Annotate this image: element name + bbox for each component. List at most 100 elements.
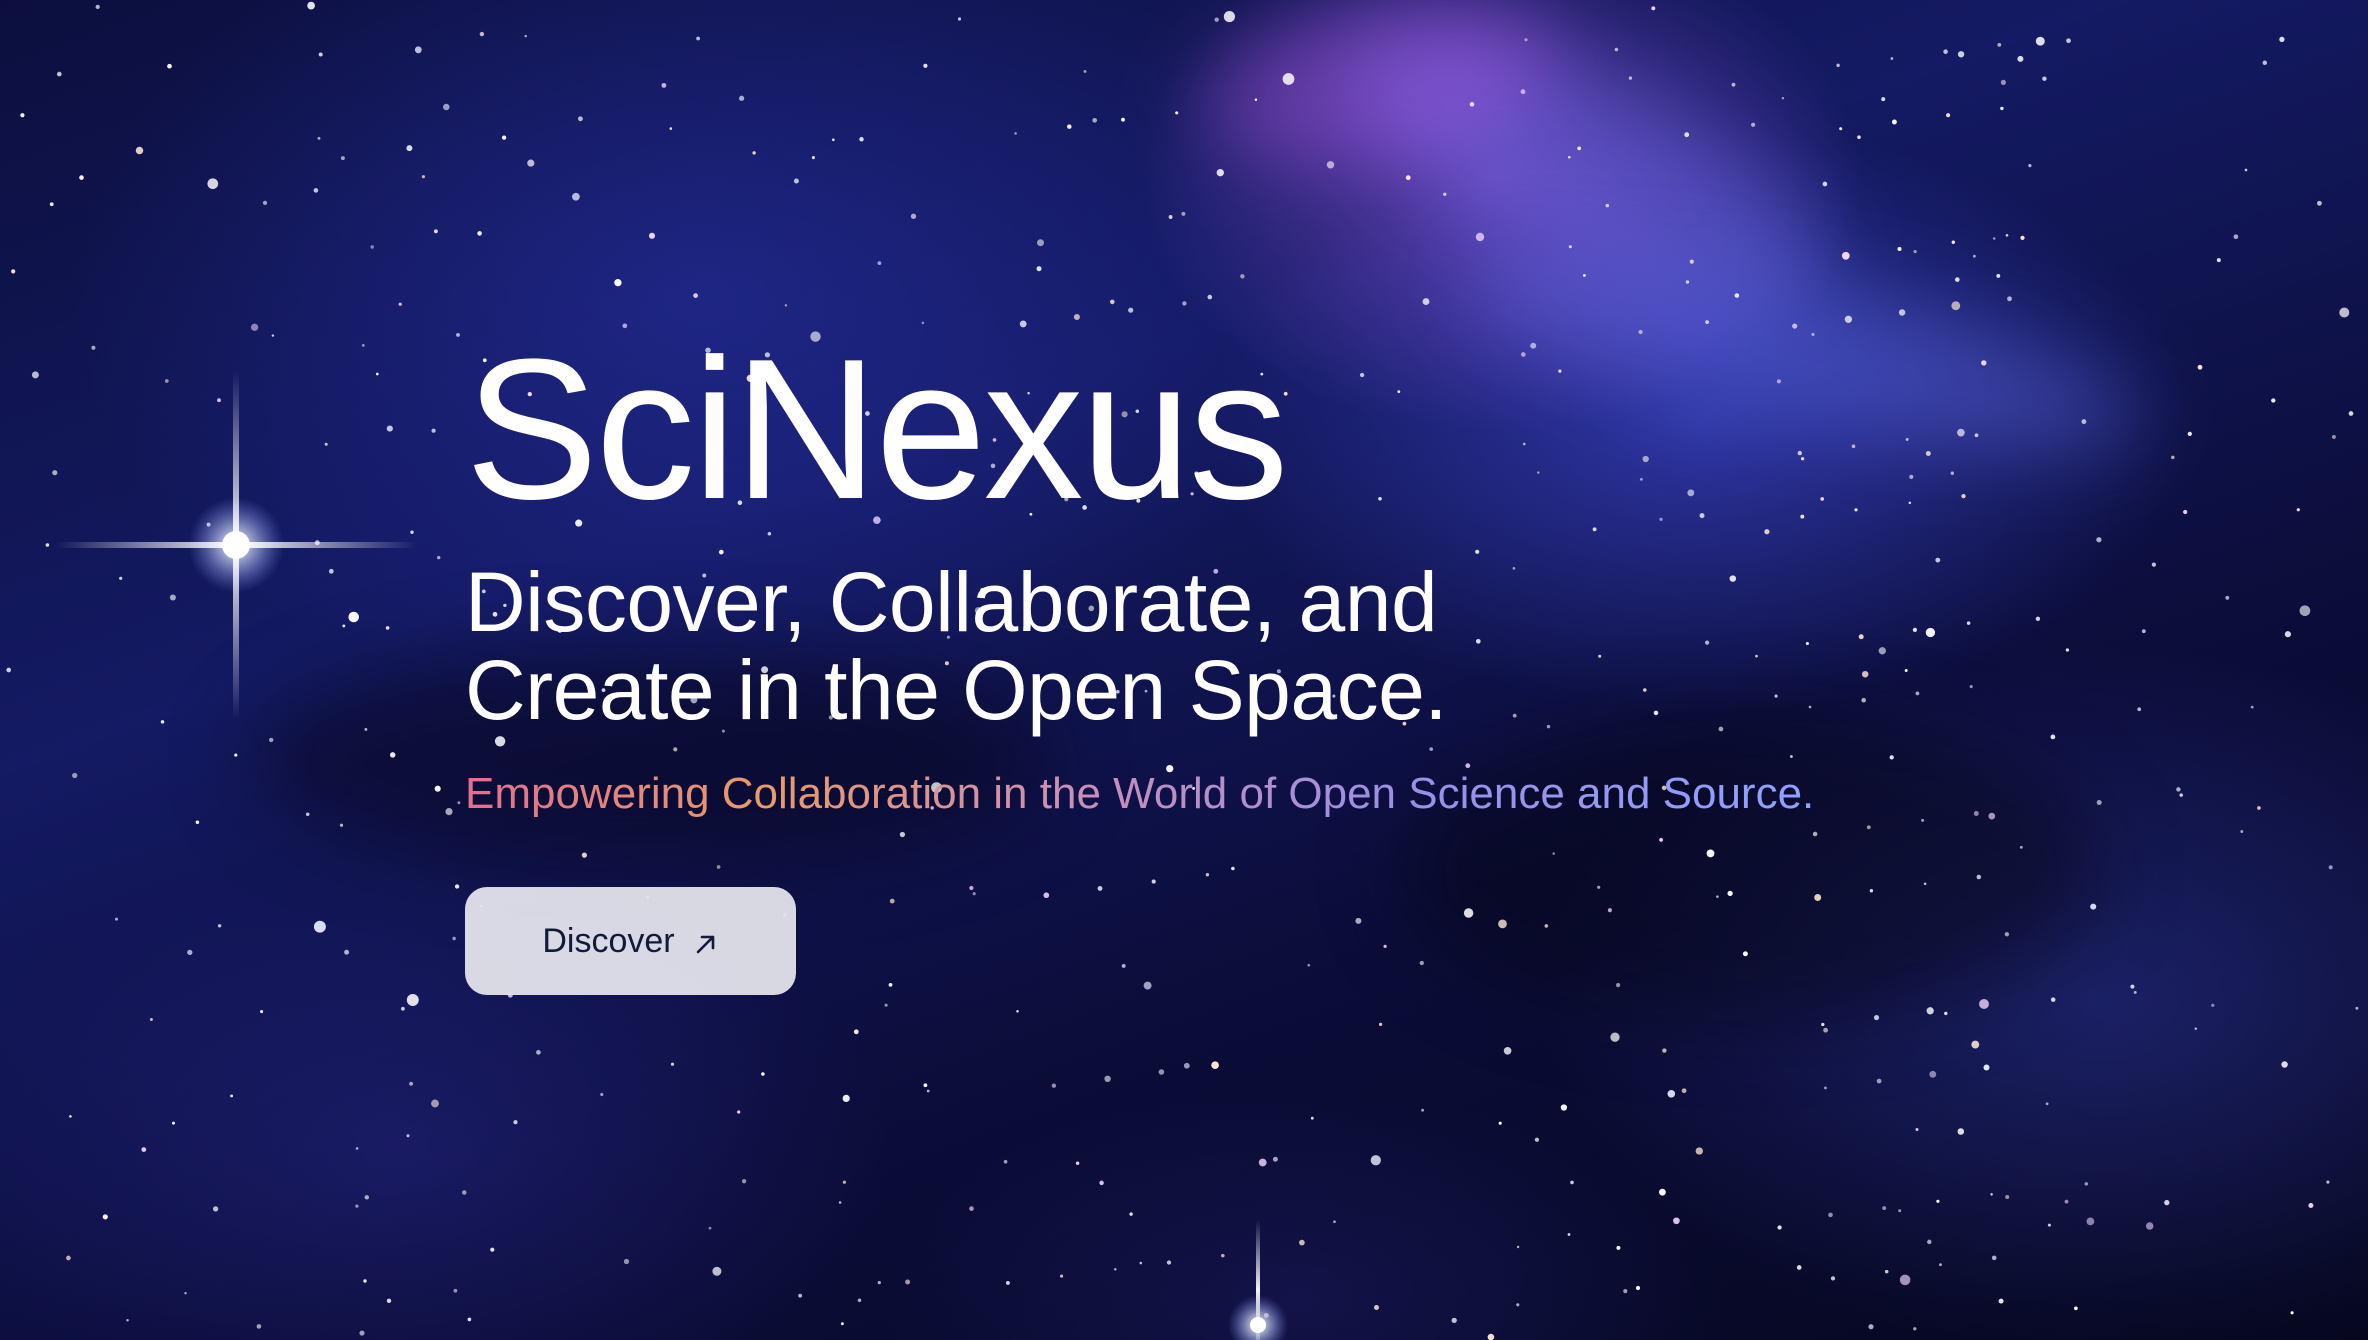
star: [234, 753, 238, 757]
star: [149, 1017, 153, 1022]
star: [2007, 296, 2012, 302]
star: [1114, 1268, 1117, 1271]
star: [2164, 1199, 2170, 1206]
star: [969, 1206, 974, 1211]
star: [2316, 200, 2322, 206]
star: [2086, 1217, 2095, 1226]
star: [1951, 240, 1955, 244]
star: [1097, 885, 1103, 891]
star: [527, 159, 535, 167]
star: [1971, 1040, 1980, 1049]
star: [1913, 1327, 1917, 1331]
star: [340, 156, 345, 161]
star: [119, 576, 123, 580]
hero-headline: Discover, Collaborate, and Create in the…: [465, 558, 2065, 734]
star: [102, 1214, 108, 1220]
star: [1913, 250, 1917, 254]
star: [1927, 1239, 1932, 1245]
star: [1939, 1263, 1942, 1267]
star: [467, 1317, 472, 1322]
star: [2005, 1194, 2010, 1200]
star: [385, 626, 390, 630]
star: [1451, 1317, 1457, 1324]
star: [164, 379, 169, 383]
star: [2355, 1006, 2359, 1010]
star: [406, 994, 419, 1006]
star: [318, 52, 323, 57]
star: [1568, 155, 1571, 159]
star: [1211, 1061, 1219, 1070]
star: [1979, 999, 1989, 1009]
star: [169, 594, 176, 601]
star: [364, 1195, 370, 1200]
star: [1796, 1265, 1802, 1270]
star: [1037, 239, 1044, 247]
star: [2194, 1027, 2198, 1030]
star: [1143, 981, 1152, 990]
star: [1067, 124, 1072, 129]
star: [648, 232, 656, 239]
star: [1175, 111, 1179, 115]
star: [857, 1298, 862, 1303]
star: [2042, 76, 2047, 81]
star: [923, 63, 928, 68]
star: [1884, 1269, 1889, 1274]
star: [1841, 251, 1850, 260]
star: [1943, 49, 1948, 54]
bright-star-flare: [56, 370, 416, 720]
star: [752, 151, 756, 155]
star: [693, 293, 698, 298]
headline-line-1: Discover, Collaborate, and: [465, 555, 1438, 649]
star: [1216, 169, 1224, 177]
star: [600, 1092, 604, 1097]
star: [1897, 246, 1902, 252]
hero-section: SciNexus Discover, Collaborate, and Crea…: [0, 0, 2368, 1340]
star: [45, 543, 50, 547]
discover-button-label: Discover: [542, 921, 675, 960]
star: [1695, 1147, 1703, 1155]
star: [1003, 1159, 1008, 1164]
star: [1876, 1078, 1882, 1084]
star: [738, 95, 745, 101]
star: [1181, 211, 1186, 216]
star: [217, 924, 222, 928]
star: [2262, 60, 2268, 66]
star: [1899, 1274, 1911, 1286]
star: [2299, 605, 2311, 617]
star: [1092, 117, 1098, 123]
star: [1667, 1089, 1676, 1098]
star: [115, 917, 118, 921]
star: [1498, 919, 1507, 929]
star: [217, 398, 221, 403]
star: [2257, 806, 2261, 810]
star: [905, 1279, 911, 1285]
arrow-up-right-icon: [696, 935, 714, 954]
star: [1374, 1305, 1379, 1310]
star: [56, 71, 62, 77]
star: [1577, 146, 1582, 151]
star: [1839, 127, 1843, 131]
star: [421, 175, 425, 179]
bright-star-flare: [1228, 1220, 1288, 1340]
star: [1326, 161, 1335, 169]
star: [1419, 960, 1424, 966]
star: [2176, 787, 2181, 792]
star: [1310, 1116, 1314, 1120]
star: [256, 1324, 262, 1329]
star: [1254, 98, 1258, 102]
star: [1814, 894, 1822, 901]
star: [2130, 984, 2135, 989]
star: [1946, 113, 1951, 118]
star: [2066, 38, 2071, 44]
star: [2290, 1311, 2294, 1315]
star: [1463, 908, 1474, 918]
star: [52, 470, 58, 476]
star: [2211, 1003, 2215, 1007]
discover-button[interactable]: Discover: [465, 887, 796, 995]
star: [355, 1204, 359, 1208]
star: [2084, 1182, 2089, 1186]
star: [1890, 57, 1894, 60]
star: [1812, 831, 1818, 837]
star: [434, 785, 441, 792]
star: [2225, 595, 2230, 600]
